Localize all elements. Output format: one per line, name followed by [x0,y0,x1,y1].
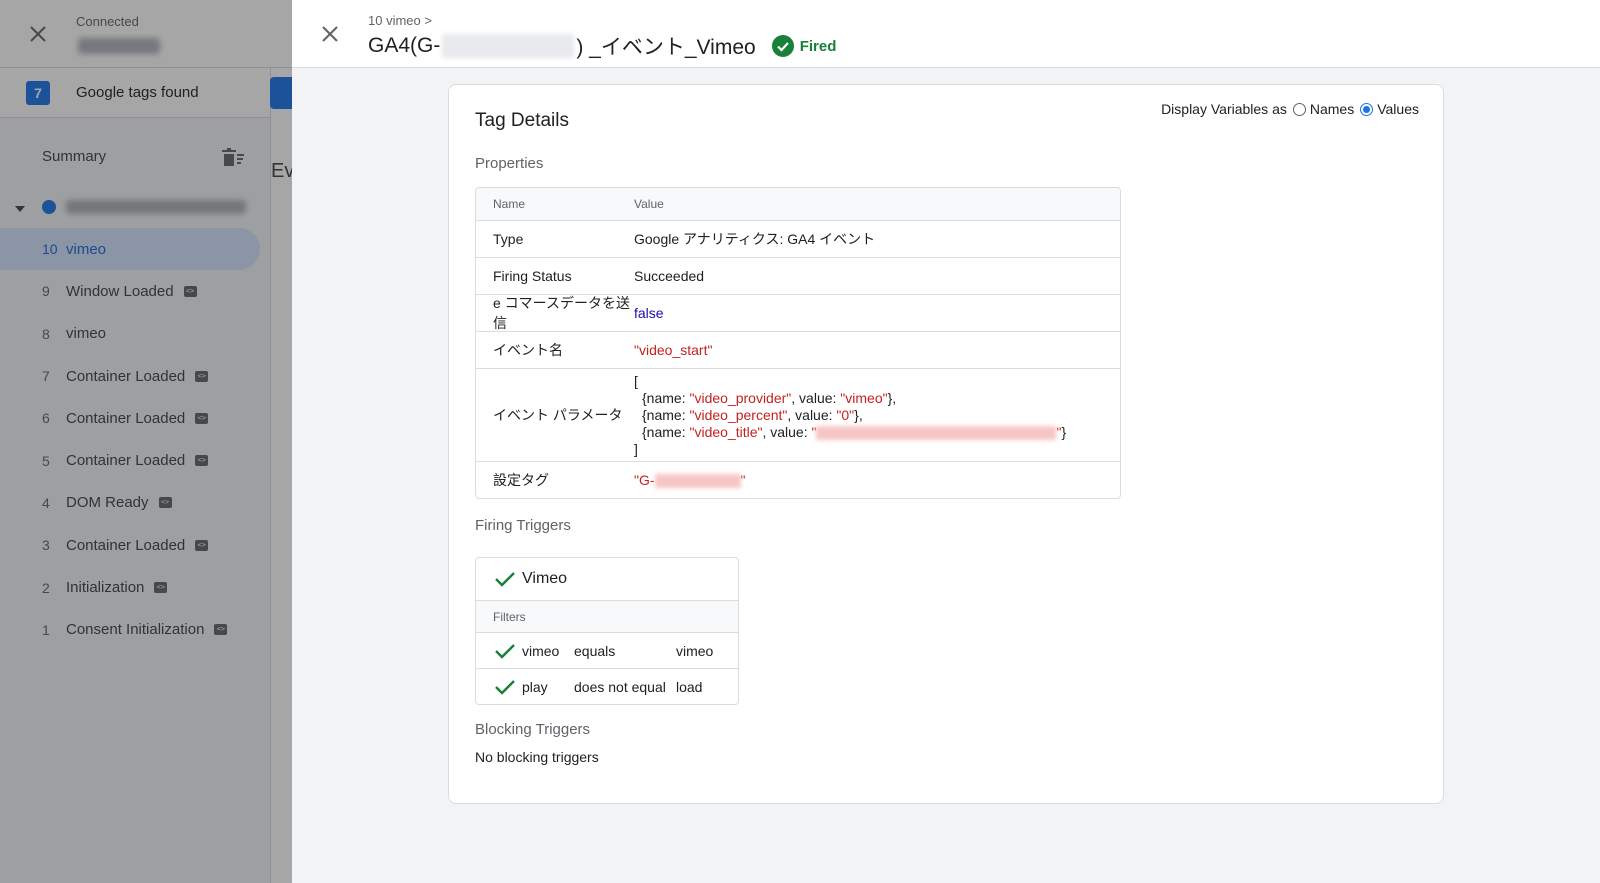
blocking-triggers-label: Blocking Triggers [475,721,591,738]
row-name: Firing Status [493,268,572,284]
values-radio[interactable] [1360,102,1374,116]
filter-row: play does not equal load [476,668,738,704]
table-header: Name Value [476,188,1120,220]
param-value: "vimeo" [840,389,888,406]
param-line: {name: "video_percent", value: "0"}, [634,407,1120,424]
param-text: {name: [642,406,690,423]
filter-operator: equals [574,642,616,659]
row-value: Succeeded [634,268,705,284]
check-icon [495,572,515,587]
column-header-value: Value [634,197,664,211]
param-name: "video_provider" [689,389,792,406]
no-blocking-triggers-text: No blocking triggers [475,749,599,765]
param-text: , value: [762,423,812,440]
modal-scrim[interactable] [0,0,292,883]
status-text: Fired [799,37,837,55]
check-icon [495,679,515,695]
names-radio-label[interactable]: Names [1310,101,1354,117]
firing-triggers-label: Firing Triggers [475,517,571,534]
param-name: "video_title" [689,423,763,440]
row-value: "G- " [634,471,1120,489]
param-line: {name: "video_provider", value: "vimeo"}… [634,390,1120,407]
close-icon[interactable] [318,22,342,46]
panel-header: 10 vimeo > GA4(G- ) _イベント_Vimeo Fired [292,0,1600,68]
page-title: GA4(G- ) _イベント_Vimeo Fired [368,31,836,61]
filter-row: vimeo equals vimeo [476,632,738,668]
table-row: イベント パラメータ [ {name: "video_provider", va… [476,368,1120,461]
bracket-open: [ [634,372,638,389]
properties-table: Name Value Type Google アナリティクス: GA4 イベント… [475,187,1121,499]
trigger-name: Vimeo [522,570,568,587]
breadcrumb[interactable]: 10 vimeo > [368,13,432,28]
param-text: {name: [642,389,690,406]
card-title: Tag Details [475,110,569,131]
config-tag-suffix: " [740,471,746,488]
check-icon [495,643,515,659]
row-value: "video_start" [634,342,713,358]
status-badge: Fired [771,35,837,57]
param-text: , value: [791,389,841,406]
filter-operator: does not equal [574,678,666,695]
video-title-redacted [816,425,1057,440]
table-row: 設定タグ "G- " [476,461,1120,498]
filter-variable: vimeo [522,642,560,659]
row-value: Google アナリティクス: GA4 イベント [634,231,876,247]
title-suffix: ) _イベント_Vimeo [576,36,756,59]
table-row: Type Google アナリティクス: GA4 イベント [476,220,1120,257]
filter-value: load [676,678,703,695]
event-sidebar: Connected 7 Google tags found Summary 10… [0,0,292,883]
param-text: } [1061,423,1067,440]
filters-header: Filters [476,600,738,632]
display-variables-toggle: Display Variables as Names Values [1161,101,1419,117]
bracket-close: ] [634,440,638,457]
display-vars-label: Display Variables as [1161,101,1287,117]
event-parameters-value: [ {name: "video_provider", value: "vimeo… [634,367,1120,464]
row-name: イベント名 [493,342,563,358]
names-radio[interactable] [1292,102,1306,116]
check-circle-icon [771,35,794,57]
table-row: イベント名 "video_start" [476,331,1120,368]
row-name: 設定タグ [493,472,549,488]
param-text: }, [854,406,863,423]
measurement-id-redacted [442,34,575,58]
param-text: , value: [787,406,837,423]
param-line: {name: "video_title", value: " "} [634,424,1120,441]
values-radio-label[interactable]: Values [1377,101,1419,117]
row-name: e コマースデータを送信 [493,295,630,331]
filter-variable: play [522,678,548,695]
row-name: イベント パラメータ [493,407,623,423]
measurement-id-redacted [654,474,741,489]
filter-value: vimeo [676,642,714,659]
config-tag-prefix: "G- [634,471,655,488]
param-value: "0" [836,406,855,423]
properties-label: Properties [475,155,544,172]
table-row: e コマースデータを送信 false [476,294,1120,331]
row-name: Type [493,231,524,247]
tag-details-card: Tag Details Display Variables as Names V… [448,84,1444,804]
table-row: Firing Status Succeeded [476,257,1120,294]
firing-trigger-card[interactable]: Vimeo Filters vimeo equals vimeo play do… [475,557,739,705]
title-prefix: GA4(G- [368,34,441,57]
row-value: false [634,305,664,321]
param-name: "video_percent" [689,406,788,423]
param-text: {name: [642,423,690,440]
trigger-header[interactable]: Vimeo [476,558,738,600]
param-text: }, [887,389,897,406]
tag-details-panel: 10 vimeo > GA4(G- ) _イベント_Vimeo Fired Ta… [292,0,1600,883]
column-header-name: Name [493,197,526,211]
